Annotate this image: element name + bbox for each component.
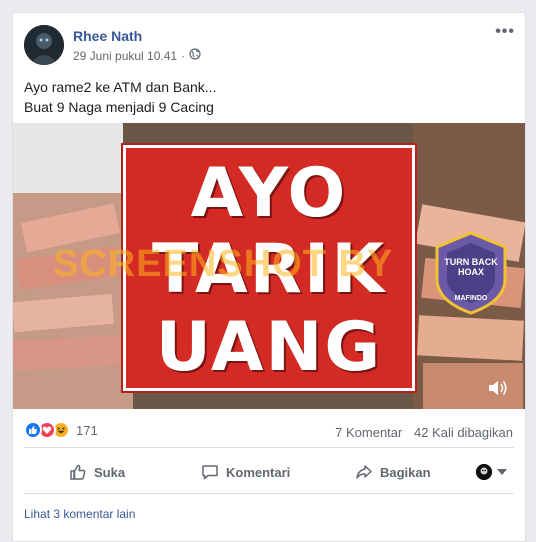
thumbs-up-icon <box>70 464 86 480</box>
post-text-line: Buat 9 Naga menjadi 9 Cacing <box>24 99 214 115</box>
audience-picker[interactable] <box>476 464 507 480</box>
post-stats: 171 7 Komentar 42 Kali dibagikan <box>13 417 525 445</box>
post-text: Ayo rame2 ke ATM dan Bank... Buat 9 Naga… <box>24 77 216 117</box>
post-header: Rhee Nath 29 Juni pukul 10.41 · ••• <box>13 13 525 79</box>
comment-icon <box>202 465 218 480</box>
comment-button[interactable]: Komentari <box>201 455 290 489</box>
author-name[interactable]: Rhee Nath <box>73 28 142 44</box>
sign-line: UANG <box>155 308 383 387</box>
comments-count-link[interactable]: 7 Komentar <box>335 425 402 440</box>
sign-line: AYO <box>190 154 348 233</box>
page-avatar-icon <box>476 464 492 480</box>
divider <box>24 493 514 494</box>
chevron-down-icon <box>497 469 507 475</box>
view-more-comments-link[interactable]: Lihat 3 komentar lain <box>24 507 135 521</box>
volume-icon[interactable] <box>487 379 509 397</box>
comment-label: Komentari <box>226 464 291 480</box>
engagement-counts: 7 Komentar 42 Kali dibagikan <box>327 425 513 440</box>
reactions-summary[interactable]: 171 <box>24 421 98 439</box>
avatar[interactable] <box>24 25 64 65</box>
badge-center-text: TURN BACK HOAX <box>444 257 498 277</box>
post-meta: 29 Juni pukul 10.41 · <box>73 48 201 63</box>
meta-separator: · <box>181 48 186 63</box>
badge-bottom-text: MAFINDO <box>454 295 488 302</box>
mafindo-badge: TURN BACK HOAX MAFINDO <box>433 231 509 315</box>
globe-icon[interactable] <box>189 48 201 63</box>
post-video[interactable]: AYO TARIK UANG SCREENSHOT BY TURN BACK H… <box>13 123 525 409</box>
shares-count-link[interactable]: 42 Kali dibagikan <box>414 425 513 440</box>
watermark-text: SCREENSHOT BY <box>53 243 394 285</box>
post-card: Rhee Nath 29 Juni pukul 10.41 · ••• Ayo … <box>12 12 526 542</box>
post-timestamp[interactable]: 29 Juni pukul 10.41 <box>73 49 177 63</box>
more-options-icon[interactable]: ••• <box>495 23 515 41</box>
like-button[interactable]: Suka <box>69 455 125 489</box>
like-label: Suka <box>94 464 126 480</box>
action-bar: Suka Komentari Bagikan <box>13 455 525 489</box>
share-button[interactable]: Bagikan <box>355 455 431 489</box>
share-label: Bagikan <box>380 464 431 480</box>
like-icon <box>24 421 42 439</box>
post-text-line: Ayo rame2 ke ATM dan Bank... <box>24 79 217 95</box>
reaction-count: 171 <box>76 422 98 438</box>
share-icon <box>356 465 372 479</box>
divider <box>24 447 514 448</box>
